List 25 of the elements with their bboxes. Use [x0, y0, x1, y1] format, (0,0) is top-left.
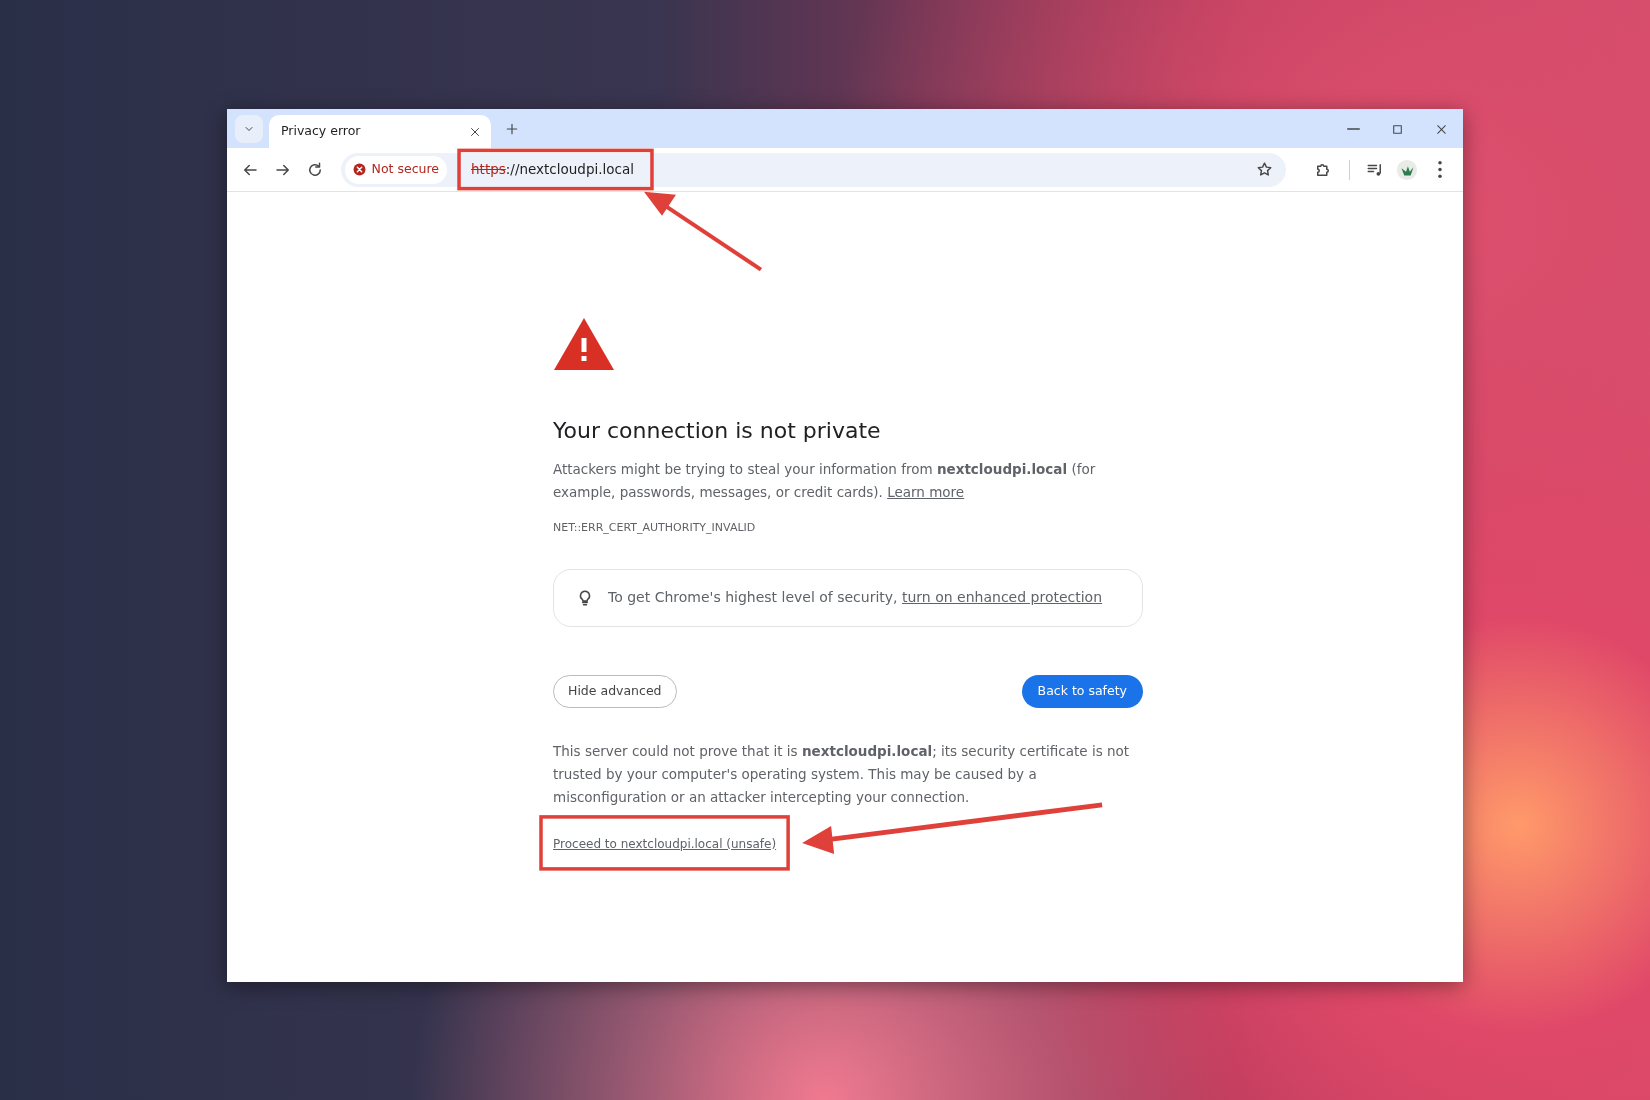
learn-more-link[interactable]: Learn more [887, 484, 965, 501]
tip-text: To get Chrome's highest level of security, turn on enhanced protection [608, 588, 1103, 608]
description-text: Attackers might be trying to steal your information from nextcloudpi.local (for example, passwords, messages, or credit cards). Learn more [553, 460, 1097, 503]
details-text: This server could not prove that it is nextcloudpi.local; its security certificate is not trusted by your computer's operating system. This may be caused by a misconfiguration or an attacker intercepting your connection. [553, 741, 1131, 807]
maximize-icon [1390, 122, 1404, 136]
back-to-safety-button[interactable]: Back to safety [1021, 674, 1143, 708]
star-icon [1256, 161, 1274, 178]
close-icon [1434, 122, 1448, 136]
enhanced-protection-link[interactable]: turn on enhanced protection [902, 589, 1103, 606]
error-code: NET::ERR_CERT_AUTHORITY_INVALID [553, 520, 757, 537]
warning-icon [553, 316, 615, 372]
proceed-link[interactable]: Proceed to nextcloudpi.local (unsafe) [553, 834, 777, 853]
more-vertical-icon [1437, 161, 1442, 178]
browser-tab[interactable]: Privacy error [269, 115, 491, 148]
address-bar[interactable]: Not secure https://nextcloudpi.local [340, 152, 1286, 187]
error-icon [352, 163, 366, 176]
page-heading: Your connection is not private [553, 418, 882, 445]
close-icon [469, 125, 481, 138]
not-secure-chip[interactable]: Not secure [344, 155, 448, 184]
avatar-icon [1396, 158, 1419, 181]
close-tab-button[interactable] [469, 125, 481, 138]
url-text: https://nextcloudpi.local [471, 160, 634, 180]
plus-icon [505, 122, 519, 136]
minimize-icon [1346, 128, 1360, 130]
hide-advanced-button[interactable]: Hide advanced [553, 674, 677, 708]
